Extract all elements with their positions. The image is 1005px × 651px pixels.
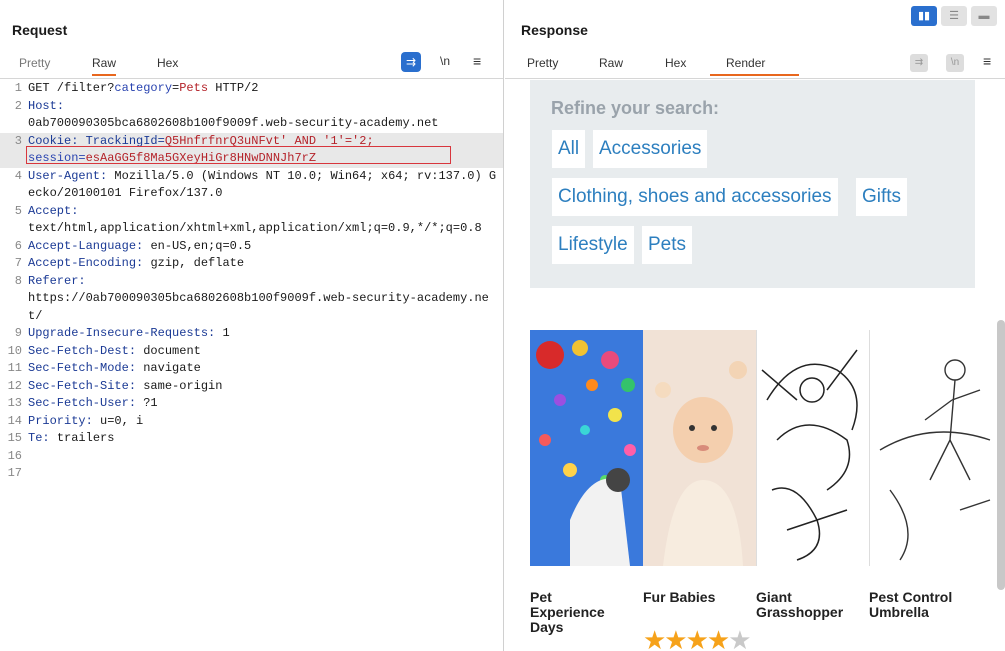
newline-toggle[interactable]: \n [440,54,450,68]
category-accessories[interactable]: Accessories [593,130,708,168]
product-image-baby[interactable] [643,330,756,566]
request-line: 16 [7,448,22,463]
request-title: Request [12,22,68,38]
split-vertical-icon[interactable]: ☰ [941,6,967,26]
request-line: 1 GET /filter?category=Pets HTTP/2 [14,81,259,95]
request-line: 6 Accept-Language: en-US,en;q=0.5 [14,238,252,253]
star-icon: ★★★★ [643,625,730,651]
product-title-fur-babies[interactable]: Fur Babies [643,590,743,605]
tab-hex[interactable]: Hex [157,56,178,70]
response-tabs: Pretty Raw Hex Render [505,52,1005,79]
single-pane-icon[interactable]: ▬ [971,6,997,26]
tab-raw[interactable]: Raw [92,56,117,76]
request-line: 2 Host: 0ab700090305bca6802608b100f9009f.w… [14,98,439,131]
render-scrollbar[interactable] [997,320,1005,590]
tab-raw[interactable]: Raw [599,56,623,70]
newline-toggle[interactable]: \n [946,54,964,72]
menu-icon[interactable]: ≡ [473,53,481,69]
request-line: 11 Sec-Fetch-Mode: navigate [7,361,201,375]
refine-title: Refine your search: [551,98,720,118]
response-title: Response [521,22,588,38]
tab-hex[interactable]: Hex [665,56,686,70]
request-line: 15 Te: trailers [7,431,115,445]
split-horizontal-icon[interactable]: ▮▮ [911,6,937,26]
category-lifestyle[interactable]: Lifestyle [552,226,634,264]
layout-switch: ▮▮ ☰ ▬ [907,6,997,26]
request-editor[interactable]: 1 GET /filter?category=Pets HTTP/2 2 Host:… [0,80,503,651]
request-line: 5 Accept: text/html,application/xhtml+xml,… [14,203,482,236]
wrap-lines-icon[interactable]: ⇉ [401,52,421,72]
request-line: 12 Sec-Fetch-Site: same-origin [7,378,223,393]
request-pane: Request Pretty Raw Hex ⇉ \n ≡ 1 GET /filt… [0,0,504,651]
request-line: 7 Accept-Encoding: gzip, deflate [14,256,245,270]
request-line: 10 Sec-Fetch-Dest: document [7,343,201,358]
wrap-lines-icon[interactable]: ⇉ [910,54,928,72]
product-title-pet-experience[interactable]: Pet Experience Days [530,590,630,635]
request-line: 17 [7,466,22,480]
product-title-giant-grasshopper[interactable]: Giant Grasshopper [756,590,866,620]
request-line: 9 Upgrade-Insecure-Requests: 1 [14,326,230,340]
tab-pretty[interactable]: Pretty [527,56,558,70]
category-gifts[interactable]: Gifts [856,178,908,216]
category-clothing[interactable]: Clothing, shoes and accessories [552,178,838,216]
response-pane: ▮▮ ☰ ▬ Response Pretty Raw Hex Render ⇉ … [505,0,1005,651]
product-image-grasshopper[interactable] [756,330,870,566]
product-image-umbrella[interactable] [869,330,996,566]
product-rating: ★★★★★ [643,625,752,651]
request-line: 13 Sec-Fetch-User: ?1 [7,396,158,410]
tab-pretty[interactable]: Pretty [19,56,50,70]
menu-icon[interactable]: ≡ [983,53,991,69]
request-line: 4 User-Agent: Mozilla/5.0 (Windows NT 10.… [14,168,497,201]
refine-search-panel: Refine your search: All Accessories Clot… [530,80,975,288]
request-tabs: Pretty Raw Hex [0,52,503,79]
request-line: 8 Referer: https://0ab700090305bca6802608b… [14,273,489,323]
product-title-pest-control[interactable]: Pest Control Umbrella [869,590,979,620]
category-all[interactable]: All [552,130,586,168]
request-line: 14 Priority: u=0, i [7,413,144,428]
product-image-balloons[interactable] [530,330,643,566]
cookie-highlight-box [26,146,451,164]
star-empty-icon: ★ [728,625,751,651]
category-pets[interactable]: Pets [642,226,693,264]
tab-render[interactable]: Render [710,56,800,76]
render-view: Refine your search: All Accessories Clot… [505,80,1005,651]
